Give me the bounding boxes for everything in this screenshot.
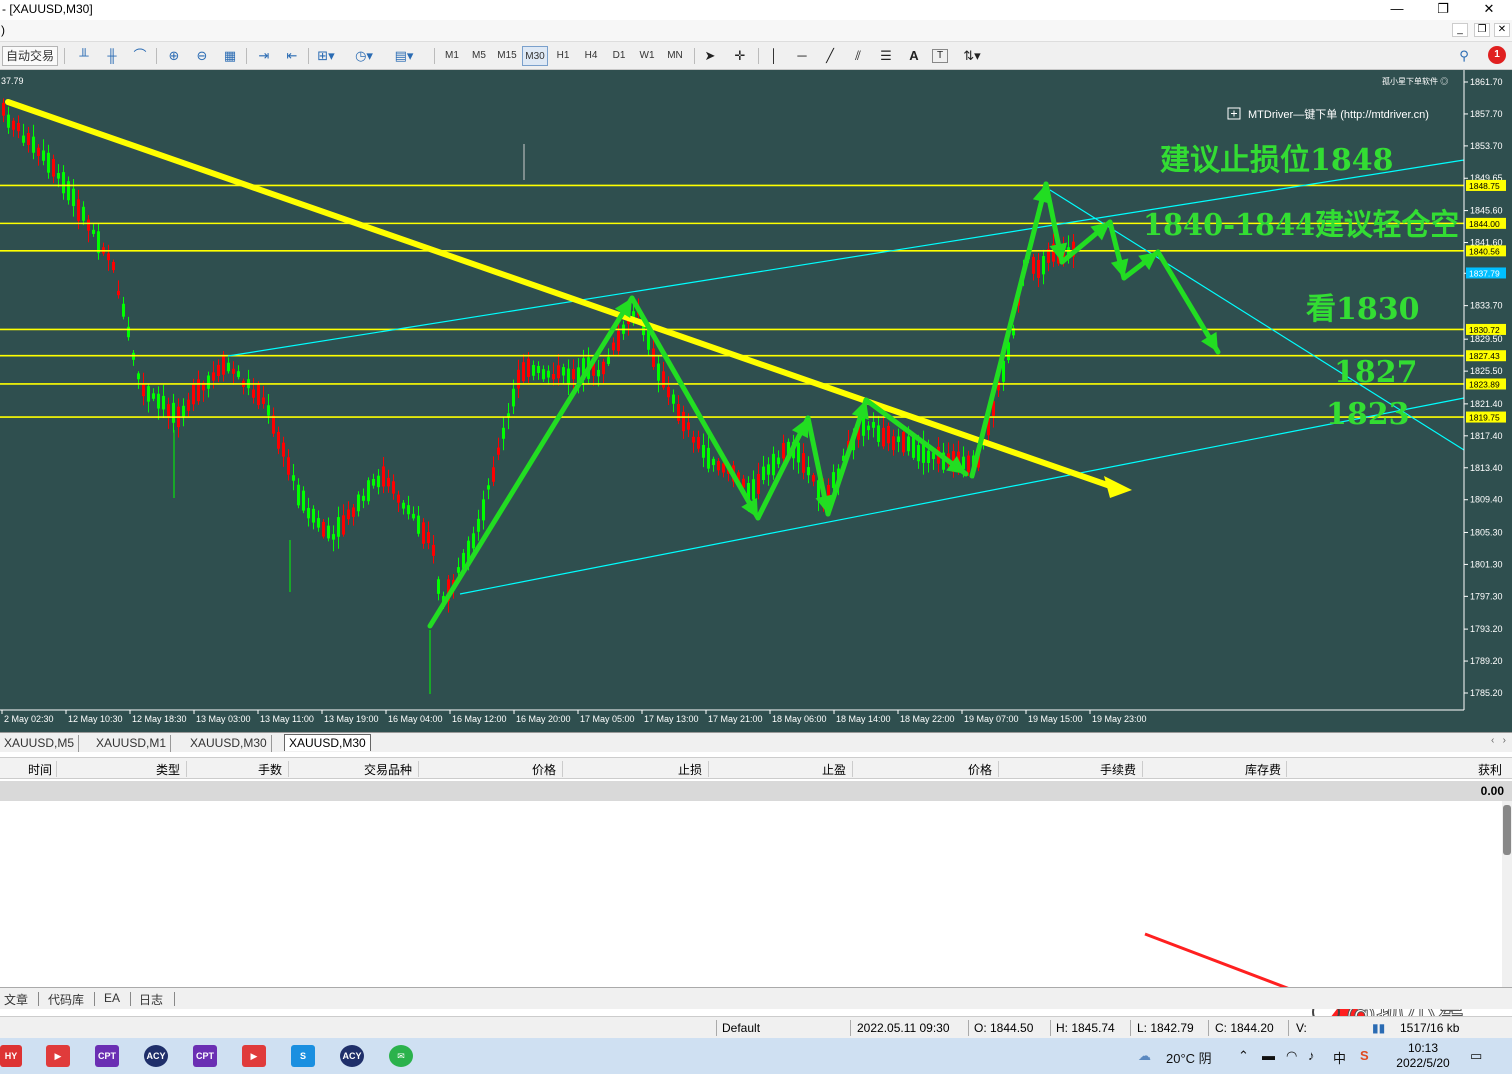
app-acy-icon[interactable]: ACY — [340, 1045, 364, 1067]
notification-center-icon[interactable]: ▭ — [1470, 1048, 1482, 1064]
windows-taskbar: HY ▶ CPT ACY CPT ▶ S ACY ✉ ☁ 20°C 阴 ⌃ ▬ … — [0, 1038, 1512, 1074]
app-acy-icon[interactable]: ACY — [144, 1045, 168, 1067]
status-datetime: 2022.05.11 09:30 — [857, 1021, 950, 1035]
volume-icon[interactable]: ♪ — [1308, 1048, 1315, 1063]
status-traffic: 1517/16 kb — [1400, 1021, 1460, 1035]
tab-ea[interactable]: EA — [104, 991, 120, 1005]
app-cpt-icon[interactable]: CPT — [193, 1045, 217, 1067]
app-wechat-icon[interactable]: ✉ — [389, 1045, 413, 1067]
system-clock[interactable]: 10:13 2022/5/20 — [1388, 1041, 1458, 1071]
mt4-window: - [XAUUSD,M30] — ❐ ✕ ) _ ❐ ✕ 自动交易 ╨ ╫ ⌒ … — [0, 0, 1512, 1074]
tab-separator — [174, 992, 175, 1006]
tab-separator — [130, 992, 131, 1006]
status-separator — [1208, 1020, 1209, 1036]
status-separator — [850, 1020, 851, 1036]
app-player-icon[interactable]: ▶ — [242, 1045, 266, 1067]
status-volume: V: — [1296, 1021, 1307, 1035]
status-open: O: 1844.50 — [974, 1021, 1034, 1035]
tab-separator — [94, 992, 95, 1006]
clock-time: 10:13 — [1407, 1041, 1439, 1055]
terminal-tabs: 文章 代码库 EA 日志 — [0, 987, 1512, 1009]
app-s-icon[interactable]: S — [291, 1045, 315, 1067]
clock-date: 2022/5/20 — [1396, 1056, 1450, 1070]
tab-articles[interactable]: 文章 — [4, 991, 28, 1008]
app-cpt-icon[interactable]: CPT — [95, 1045, 119, 1067]
status-separator — [1288, 1020, 1289, 1036]
sogou-ime-icon[interactable]: S — [1360, 1048, 1369, 1063]
status-profile[interactable]: Default — [722, 1021, 760, 1035]
weather-cloud-icon[interactable]: ☁ — [1138, 1048, 1151, 1064]
tab-code-base[interactable]: 代码库 — [48, 991, 84, 1008]
tray-chevron-icon[interactable]: ⌃ — [1238, 1048, 1249, 1064]
watermark-overlay: @孤小星 — [1144, 932, 1467, 1033]
ime-indicator[interactable]: 中 — [1333, 1048, 1346, 1067]
status-high: H: 1845.74 — [1056, 1021, 1115, 1035]
status-separator — [1130, 1020, 1131, 1036]
wifi-icon[interactable]: ◠ — [1286, 1048, 1297, 1064]
battery-icon[interactable]: ▬ — [1262, 1048, 1275, 1063]
app-hy-icon[interactable]: HY — [0, 1045, 22, 1067]
weather-text[interactable]: 20°C 阴 — [1166, 1048, 1212, 1067]
status-separator — [968, 1020, 969, 1036]
connection-bars-icon[interactable]: ▮▮ — [1372, 1021, 1385, 1035]
tab-journal[interactable]: 日志 — [139, 991, 163, 1008]
status-low: L: 1842.79 — [1137, 1021, 1194, 1035]
status-separator — [716, 1020, 717, 1036]
status-bar: Default 2022.05.11 09:30 O: 1844.50 H: 1… — [0, 1016, 1512, 1038]
tab-separator — [38, 992, 39, 1006]
status-close: C: 1844.20 — [1215, 1021, 1274, 1035]
app-player-icon[interactable]: ▶ — [46, 1045, 70, 1067]
status-separator — [1050, 1020, 1051, 1036]
